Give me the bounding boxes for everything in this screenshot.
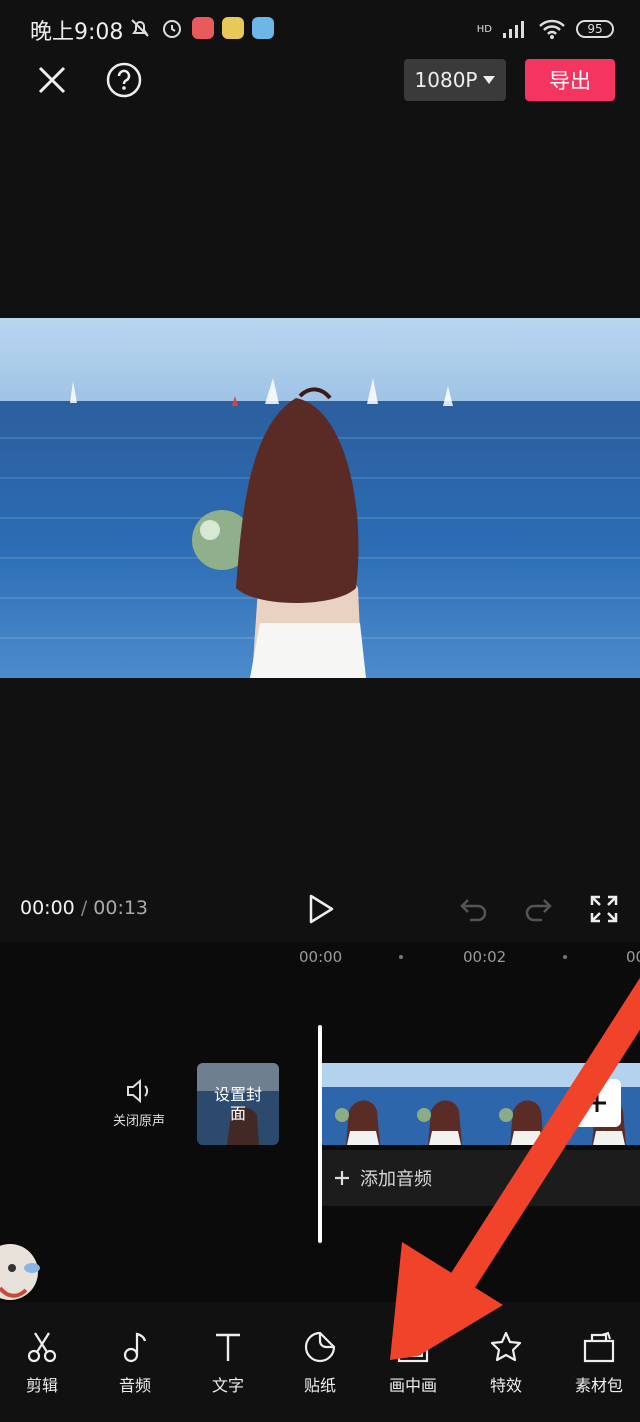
- tick-dot: [399, 955, 403, 959]
- tool-label: 素材包: [574, 1376, 623, 1395]
- mascot-sticker[interactable]: [0, 1232, 44, 1312]
- help-icon[interactable]: [105, 61, 143, 99]
- mute-label: 关闭原声: [112, 1114, 165, 1129]
- tool-effects[interactable]: 特效: [466, 1330, 546, 1396]
- tool-label: 剪辑: [25, 1376, 58, 1395]
- time-tick: 00: [626, 948, 640, 966]
- tool-audio[interactable]: 音频: [95, 1330, 175, 1396]
- tool-label: 文字: [211, 1376, 244, 1395]
- status-bar: 晚上9:08 HD 95: [0, 0, 640, 60]
- tool-label: 特效: [489, 1376, 522, 1395]
- app-notification-icon: [252, 17, 274, 39]
- mute-original-audio-button[interactable]: 关闭原声: [108, 1078, 170, 1129]
- material-pack-icon: [583, 1331, 615, 1363]
- music-note-icon: [123, 1332, 147, 1363]
- wifi-icon: [539, 19, 565, 39]
- signal-icon: [503, 21, 524, 38]
- set-cover-button[interactable]: 设置封面: [197, 1063, 279, 1145]
- tool-sticker[interactable]: 贴纸: [280, 1330, 360, 1396]
- playback-time: 00:00 / 00:13: [20, 897, 148, 919]
- play-icon[interactable]: [306, 893, 336, 925]
- status-time: 晚上9:08: [30, 20, 124, 45]
- tool-edit[interactable]: 剪辑: [2, 1330, 82, 1396]
- video-preview[interactable]: [0, 318, 640, 678]
- caret-down-icon: [483, 76, 496, 84]
- plus-icon: [335, 1171, 349, 1185]
- tool-material-pack[interactable]: 素材包: [559, 1330, 639, 1396]
- current-time: 00:00: [20, 897, 75, 919]
- playhead[interactable]: [318, 1025, 322, 1243]
- tick-dot: [563, 955, 567, 959]
- cover-label: 设置封面: [197, 1063, 279, 1145]
- app-notification-icon: [192, 17, 214, 39]
- tool-label: 画中画: [388, 1376, 437, 1395]
- scissors-icon: [27, 1332, 57, 1363]
- alarm-icon: [163, 20, 181, 38]
- time-tick: 00:02: [463, 948, 507, 966]
- speaker-icon: [127, 1078, 149, 1104]
- time-tick: 00:00: [299, 948, 343, 966]
- text-icon: [216, 1333, 240, 1361]
- picture-in-picture-icon: [397, 1331, 429, 1363]
- time-separator: /: [80, 897, 88, 919]
- total-time: 00:13: [93, 897, 149, 919]
- battery-indicator: 95: [576, 20, 614, 38]
- plus-icon: [588, 1094, 606, 1112]
- resolution-label: 1080P: [414, 68, 478, 92]
- add-audio-label: 添加音频: [360, 1169, 432, 1190]
- fullscreen-icon[interactable]: [589, 894, 619, 924]
- hd-label: HD: [476, 23, 492, 35]
- sticker-icon: [304, 1331, 336, 1363]
- resolution-selector[interactable]: 1080P: [404, 59, 506, 101]
- redo-icon[interactable]: [522, 894, 554, 922]
- app-notification-icon: [222, 17, 244, 39]
- undo-icon[interactable]: [458, 894, 490, 922]
- mute-bell-icon: [131, 19, 149, 37]
- add-clip-button[interactable]: [573, 1079, 621, 1127]
- star-effect-icon: [490, 1331, 522, 1362]
- export-button[interactable]: 导出: [525, 59, 615, 101]
- add-audio-track[interactable]: 添加音频: [322, 1150, 640, 1206]
- tool-picture-in-picture[interactable]: 画中画: [373, 1330, 453, 1396]
- close-icon[interactable]: [34, 62, 70, 98]
- tool-text[interactable]: 文字: [188, 1330, 268, 1396]
- status-icons: [128, 16, 274, 40]
- status-right: HD 95: [477, 18, 614, 40]
- tool-label: 音频: [118, 1376, 151, 1395]
- tool-label: 贴纸: [303, 1376, 336, 1395]
